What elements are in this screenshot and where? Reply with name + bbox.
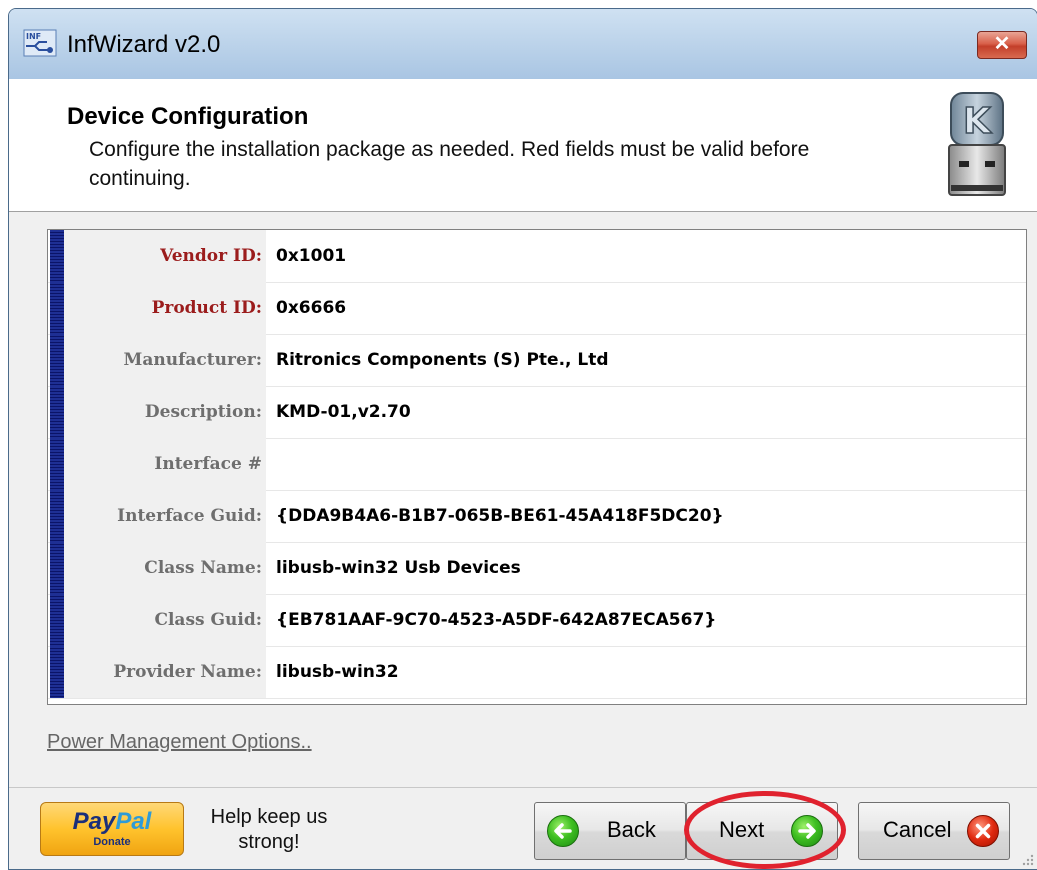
row-class-name: Class Name: libusb-win32 Usb Devices <box>48 542 1026 595</box>
close-button[interactable]: ✕ <box>977 31 1027 59</box>
manufacturer-field[interactable]: Ritronics Components (S) Pte., Ltd <box>276 334 1016 386</box>
red-x-icon <box>967 815 999 847</box>
page-description: Configure the installation package as ne… <box>89 138 810 190</box>
row-marker <box>50 334 64 386</box>
interface-guid-label: Interface Guid: <box>64 490 266 542</box>
help-keep-us-strong-text: Help keep us strong! <box>210 806 328 853</box>
infwizard-app-icon: INF <box>23 29 57 57</box>
close-icon: ✕ <box>993 33 1011 55</box>
row-description: Description: KMD-01,v2.70 <box>48 386 1026 439</box>
class-guid-label: Class Guid: <box>64 594 266 646</box>
row-marker <box>50 230 64 282</box>
wizard-header: Device Configuration Configure the insta… <box>9 79 1037 212</box>
usb-k-drive-icon: K <box>945 91 1009 199</box>
vendor-id-label: Vendor ID: <box>64 230 266 282</box>
row-vendor-id: Vendor ID: 0x1001 <box>48 230 1026 283</box>
interface-guid-field[interactable]: {DDA9B4A6-B1B7-065B-BE61-45A418F5DC20} <box>276 490 1016 542</box>
green-arrow-left-icon <box>547 815 579 847</box>
green-arrow-right-icon <box>791 815 823 847</box>
next-button-label: Next <box>719 817 765 842</box>
paypal-donate-label: Donate <box>93 836 131 848</box>
back-button[interactable]: Back <box>534 802 686 860</box>
row-manufacturer: Manufacturer: Ritronics Components (S) P… <box>48 334 1026 387</box>
paypal-brand-pay: Pay <box>72 808 116 835</box>
next-button[interactable]: Next <box>686 802 838 860</box>
row-interface-number: Interface # <box>48 438 1026 491</box>
row-class-guid: Class Guid: {EB781AAF-9C70-4523-A5DF-642… <box>48 594 1026 647</box>
device-properties-grid: Vendor ID: 0x1001 Product ID: 0x6666 Man… <box>47 229 1027 705</box>
paypal-logo: PayPal <box>41 808 183 836</box>
interface-number-field[interactable] <box>276 438 1016 490</box>
infwizard-window: INF InfWizard v2.0 ✕ Device Configuratio… <box>8 8 1037 870</box>
cancel-button[interactable]: Cancel <box>858 802 1010 860</box>
manufacturer-label: Manufacturer: <box>64 334 266 386</box>
row-marker <box>50 542 64 594</box>
svg-text:INF: INF <box>26 32 41 41</box>
paypal-brand-pal: Pal <box>115 808 152 835</box>
description-field[interactable]: KMD-01,v2.70 <box>276 386 1016 438</box>
footer-divider <box>9 787 1037 788</box>
page-title: Device Configuration <box>67 103 309 130</box>
provider-name-field[interactable]: libusb-win32 <box>276 646 1016 698</box>
product-id-label: Product ID: <box>64 282 266 334</box>
class-name-label: Class Name: <box>64 542 266 594</box>
interface-number-label: Interface # <box>64 438 266 490</box>
class-guid-field[interactable]: {EB781AAF-9C70-4523-A5DF-642A87ECA567} <box>276 594 1016 646</box>
window-title: InfWizard v2.0 <box>67 31 221 58</box>
description-label: Description: <box>64 386 266 438</box>
paypal-donate-button[interactable]: PayPal Donate <box>40 802 184 856</box>
resize-grip-icon[interactable] <box>1019 851 1035 867</box>
row-marker <box>50 594 64 646</box>
row-marker <box>50 386 64 438</box>
title-bar: INF InfWizard v2.0 ✕ <box>9 9 1037 79</box>
row-interface-guid: Interface Guid: {DDA9B4A6-B1B7-065B-BE61… <box>48 490 1026 543</box>
row-product-id: Product ID: 0x6666 <box>48 282 1026 335</box>
product-id-field[interactable]: 0x6666 <box>276 282 1016 334</box>
row-marker <box>50 490 64 542</box>
row-provider-name: Provider Name: libusb-win32 <box>48 646 1026 699</box>
row-marker <box>50 438 64 490</box>
back-button-label: Back <box>607 817 656 842</box>
vendor-id-field[interactable]: 0x1001 <box>276 230 1016 282</box>
svg-text:K: K <box>963 101 992 142</box>
row-marker <box>50 646 64 698</box>
class-name-field[interactable]: libusb-win32 Usb Devices <box>276 542 1016 594</box>
cancel-button-label: Cancel <box>883 817 952 842</box>
power-management-link[interactable]: Power Management Options.. <box>47 731 312 754</box>
row-marker <box>50 282 64 334</box>
provider-name-label: Provider Name: <box>64 646 266 698</box>
